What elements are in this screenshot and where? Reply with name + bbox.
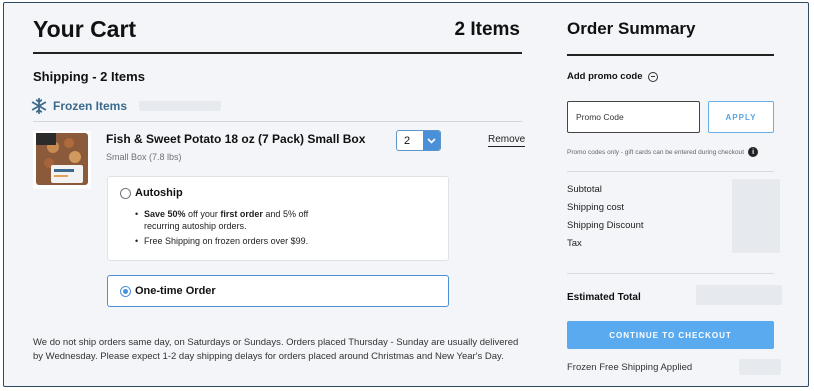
apply-promo-button[interactable]: APPLY: [708, 101, 774, 133]
autoship-benefit: Save 50% off your first order and 5% off…: [135, 208, 335, 232]
collapse-minus-icon[interactable]: [648, 71, 659, 82]
divider: [567, 171, 774, 172]
divider: [33, 52, 522, 54]
summary-line-subtotal: Subtotal: [567, 184, 602, 195]
promo-code-heading: Add promo code: [567, 71, 643, 82]
frozen-items-label: Frozen Items: [53, 99, 128, 113]
divider: [567, 54, 774, 56]
cart-item-count: 2 Items: [454, 19, 520, 40]
redacted-free-shipping-value: [739, 359, 781, 375]
promo-code-toggle[interactable]: Add promo code: [567, 71, 659, 82]
estimated-total-label: Estimated Total: [567, 292, 641, 303]
product-image[interactable]: [33, 131, 91, 189]
frozen-items-group-header: Frozen Items: [30, 97, 222, 115]
autoship-benefits-list: Save 50% off your first order and 5% off…: [135, 208, 335, 250]
promo-note-text: Promo codes only - gift cards can be ent…: [567, 148, 745, 156]
redacted-estimated-total: [696, 285, 782, 305]
one-time-order-option[interactable]: One-time Order: [107, 275, 449, 307]
autoship-radio[interactable]: [120, 188, 131, 199]
continue-to-checkout-button[interactable]: CONTINUE TO CHECKOUT: [567, 321, 774, 349]
divider: [567, 273, 774, 274]
summary-line-shipping-cost: Shipping cost: [567, 202, 625, 213]
autoship-benefit: Free Shipping on frozen orders over $99.: [135, 235, 335, 247]
one-time-order-label: One-time Order: [135, 285, 216, 297]
one-time-order-radio[interactable]: [120, 286, 131, 297]
summary-line-items: Subtotal Shipping cost Shipping Discount…: [567, 181, 644, 253]
cart-title: Your Cart: [33, 16, 137, 42]
chevron-down-icon[interactable]: [423, 131, 440, 150]
order-summary-title: Order Summary: [567, 19, 696, 38]
snowflake-icon: [31, 97, 47, 115]
summary-line-tax: Tax: [567, 238, 582, 249]
shipping-notice: We do not ship orders same day, on Satur…: [33, 337, 519, 362]
summary-line-shipping-discount: Shipping Discount: [567, 220, 644, 231]
divider: [33, 121, 522, 122]
product-name[interactable]: Fish & Sweet Potato 18 oz (7 Pack) Small…: [106, 132, 365, 146]
autoship-label: Autoship: [135, 187, 183, 199]
promo-code-input[interactable]: [567, 101, 700, 133]
free-shipping-note: Frozen Free Shipping Applied: [567, 362, 693, 373]
redacted-shipping-info: [139, 101, 222, 111]
shipping-heading: Shipping - 2 Items: [33, 69, 145, 84]
info-icon[interactable]: i: [748, 147, 759, 157]
redacted-summary-values: [732, 179, 780, 253]
quantity-value: 2: [404, 134, 411, 147]
product-package-graphic: [33, 131, 91, 189]
remove-item-link[interactable]: Remove: [488, 134, 526, 147]
autoship-option[interactable]: Autoship Save 50% off your first order a…: [107, 176, 449, 261]
cart-page: Your Cart 2 Items Shipping - 2 Items Fro…: [3, 2, 809, 387]
product-size: Small Box (7.8 lbs): [106, 152, 182, 162]
quantity-select[interactable]: 2: [396, 130, 441, 151]
promo-note: Promo codes only - gift cards can be ent…: [567, 147, 759, 157]
